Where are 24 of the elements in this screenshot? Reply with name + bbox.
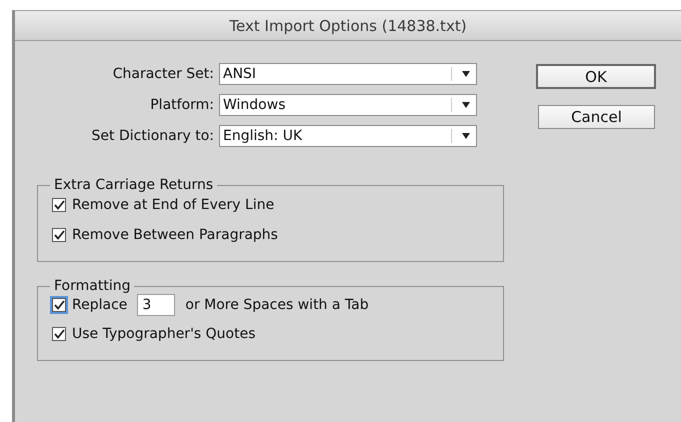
field-label: Set Dictionary to: <box>90 128 215 144</box>
checkbox[interactable] <box>52 228 66 242</box>
checkbox-label: Use Typographer's Quotes <box>72 326 256 342</box>
dropdown[interactable]: Windows <box>219 94 477 116</box>
checkbox-label: Replace <box>72 297 128 313</box>
caret-icon <box>462 133 470 139</box>
checkbox[interactable] <box>52 327 66 341</box>
dropdown[interactable]: English: UK <box>219 125 477 147</box>
dropdown[interactable]: ANSI <box>219 63 477 85</box>
group-title: Formatting <box>53 278 132 294</box>
checkbox[interactable] <box>52 298 66 312</box>
field-label: Character Set: <box>112 66 215 82</box>
window-title: Text Import Options (14838.txt) <box>229 16 467 34</box>
caret-icon <box>462 102 470 108</box>
field-suffix: or More Spaces with a Tab <box>185 297 369 313</box>
checkbox[interactable] <box>52 198 66 212</box>
cancel-button[interactable]: Cancel <box>538 105 655 129</box>
field-label: Platform: <box>149 97 215 113</box>
input-field[interactable]: 3 <box>137 294 176 316</box>
caret-icon <box>462 71 470 77</box>
group-title: Extra Carriage Returns <box>53 177 214 193</box>
checkbox-label: Remove at End of Every Line <box>72 197 274 213</box>
checkbox-label: Remove Between Paragraphs <box>72 227 278 243</box>
ok-button[interactable]: OK <box>536 64 656 89</box>
